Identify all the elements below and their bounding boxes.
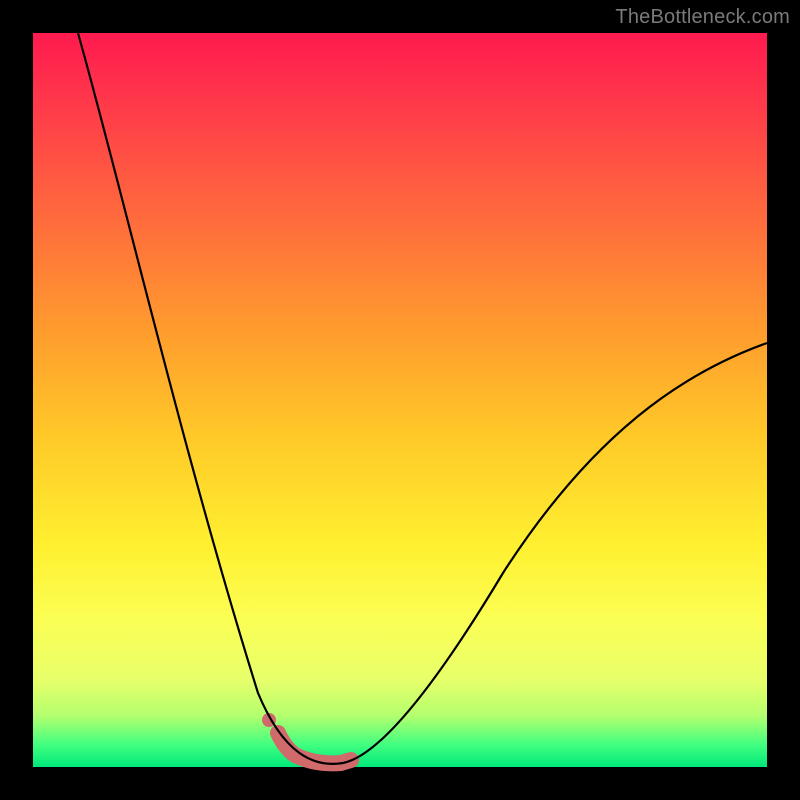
chart-frame: TheBottleneck.com <box>0 0 800 800</box>
plot-area <box>33 33 767 767</box>
optimal-range-highlight <box>278 733 351 763</box>
bottleneck-curve <box>78 33 767 764</box>
curve-svg <box>33 33 767 767</box>
watermark-text: TheBottleneck.com <box>615 6 790 29</box>
